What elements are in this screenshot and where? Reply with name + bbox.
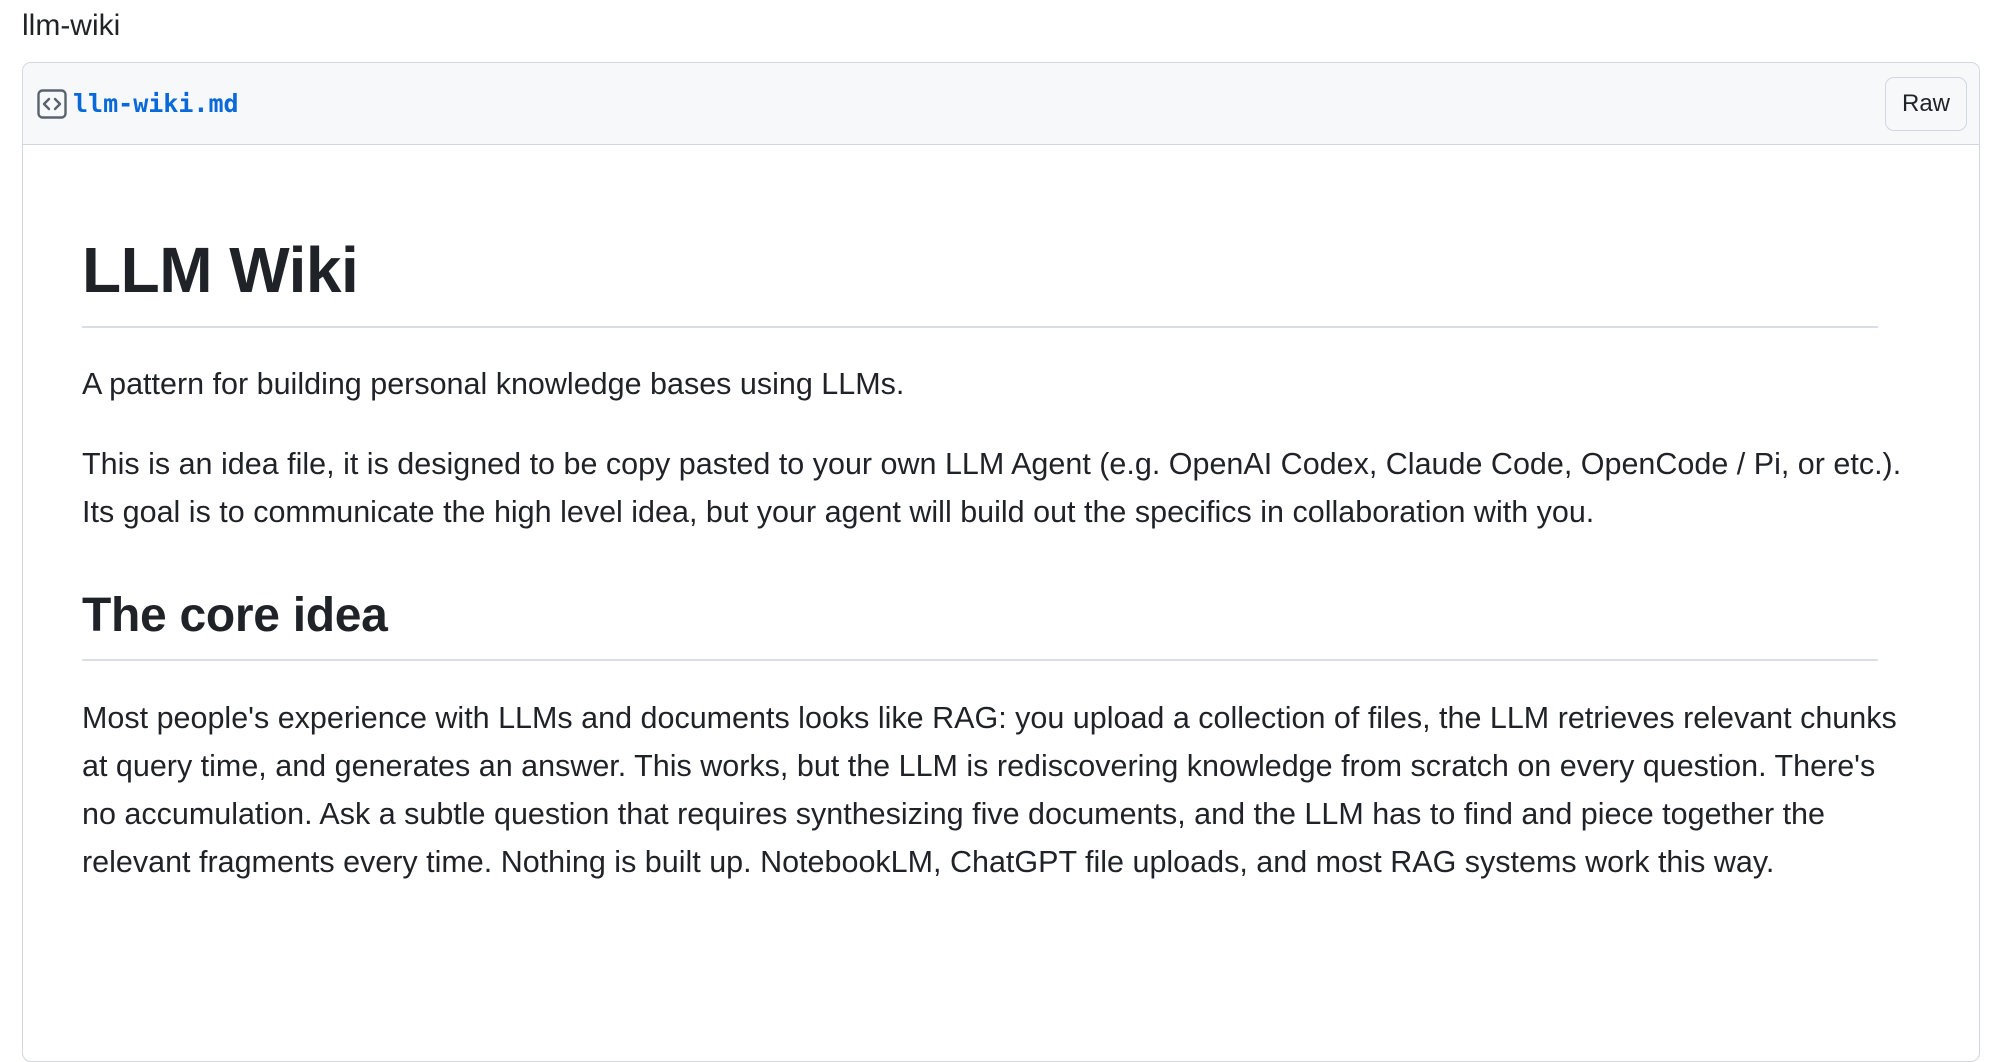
- raw-button[interactable]: Raw: [1884, 76, 1967, 131]
- intro-paragraph: A pattern for building personal knowledg…: [82, 367, 905, 401]
- file-name-link[interactable]: llm-wiki.md: [73, 89, 239, 118]
- section-heading: The core idea: [82, 589, 388, 642]
- title-divider: [82, 326, 1878, 328]
- file-title: llm-wiki.md: [37, 88, 239, 119]
- note-paragraph: This is an idea file, it is designed to …: [82, 447, 1902, 529]
- file-header: llm-wiki.md Raw: [23, 63, 1979, 145]
- section-divider: [82, 659, 1878, 661]
- code-square-icon: [37, 88, 67, 119]
- page-title: LLM Wiki: [82, 234, 359, 306]
- gist-name: llm-wiki: [22, 9, 121, 42]
- section-paragraph: Most people's experience with LLMs and d…: [82, 701, 1897, 879]
- file-box: llm-wiki.md Raw: [22, 62, 1980, 1062]
